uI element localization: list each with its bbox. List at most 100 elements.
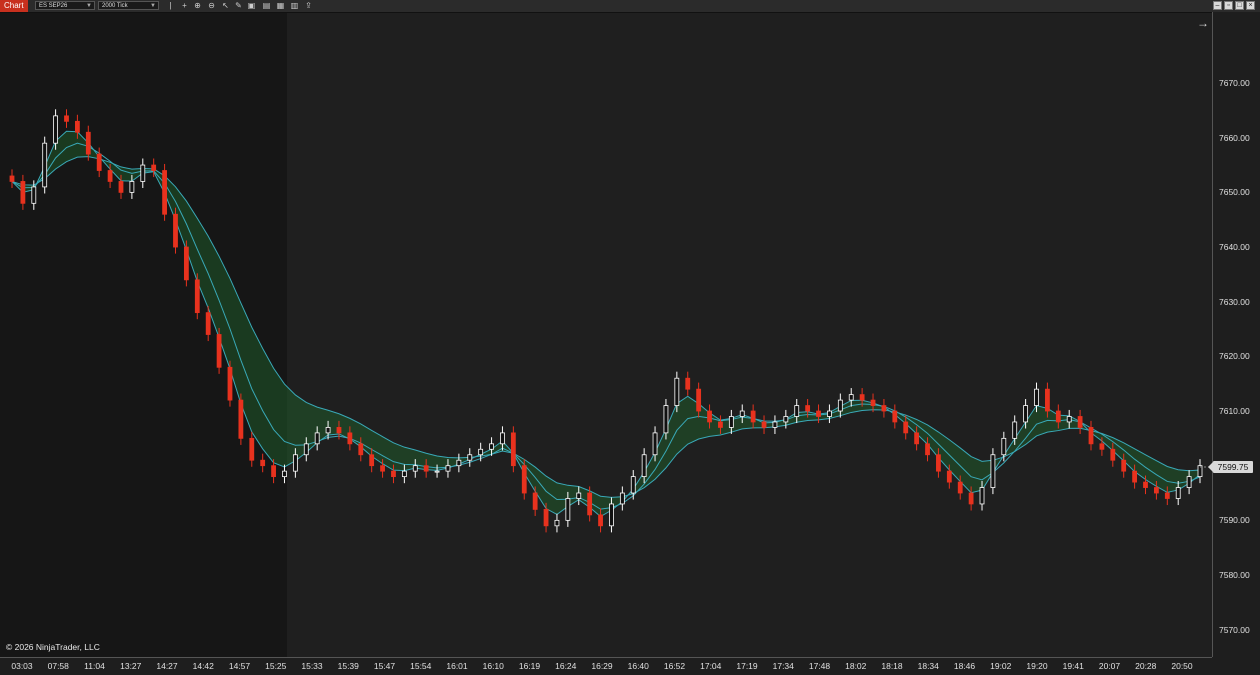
indicator-icon[interactable]: ▤ — [262, 1, 271, 10]
candle-body — [20, 181, 26, 204]
time-tick-label: 18:02 — [845, 661, 867, 671]
candle — [249, 431, 255, 467]
candle-body — [423, 465, 429, 472]
candle-body — [238, 399, 244, 439]
draw-icon[interactable]: ✎ — [234, 1, 243, 10]
candle-body — [227, 366, 233, 401]
candle — [9, 169, 15, 189]
candle-body — [434, 470, 440, 473]
ema-mid-line — [11, 142, 1201, 510]
candle-body — [1099, 443, 1105, 450]
price-axis[interactable]: 7670.00 7660.00 7650.00 7640.00 7630.00 7620.… — [1212, 12, 1260, 657]
candle-body — [380, 465, 385, 472]
time-tick-label: 17:34 — [772, 661, 794, 671]
time-tick-label: 20:28 — [1135, 661, 1157, 671]
candle — [881, 399, 887, 418]
interval-value: 2000 Tick — [102, 3, 128, 9]
minimize-icon[interactable]: ‒ — [1213, 1, 1222, 10]
candle-body — [1012, 421, 1018, 439]
maximize-icon[interactable]: □ — [1235, 1, 1244, 10]
candle — [1088, 420, 1094, 451]
candle — [685, 371, 691, 396]
candle — [20, 174, 26, 210]
pointer-icon[interactable]: ↖ — [221, 1, 230, 10]
candle-body — [1175, 487, 1181, 499]
time-tick-label: 03:03 — [11, 661, 33, 671]
candle-body — [739, 410, 745, 417]
interval-selector[interactable]: 2000 Tick ▼ — [98, 1, 159, 10]
candle — [1077, 409, 1083, 434]
candle-body — [271, 465, 276, 478]
candle-body — [336, 427, 342, 434]
chevron-down-icon: ▼ — [150, 3, 156, 9]
candle-body — [358, 443, 364, 456]
candle-body — [925, 443, 930, 456]
candle-body — [129, 181, 135, 193]
candle — [761, 415, 767, 434]
candle-body — [303, 443, 309, 456]
candle-body — [837, 399, 843, 412]
zoom-in-icon[interactable]: ⊕ — [193, 1, 202, 10]
candle-body — [881, 405, 887, 412]
candle-body — [467, 454, 473, 461]
price-tick-label: 7640.00 — [1219, 242, 1250, 253]
candle-body — [957, 481, 963, 494]
time-tick-label: 15:47 — [373, 661, 396, 671]
time-tick-label: 16:52 — [663, 661, 686, 671]
time-tick-label: 14:27 — [156, 661, 178, 671]
strategy-icon[interactable]: ▦ — [276, 1, 285, 10]
candle-body — [194, 279, 200, 314]
candle-body — [96, 153, 102, 171]
time-tick-label: 15:39 — [337, 661, 359, 671]
time-tick-label: 18:18 — [881, 661, 903, 671]
candle-body — [1045, 388, 1050, 412]
candle-body — [1034, 388, 1039, 406]
chevron-down-icon: ▼ — [86, 3, 92, 9]
time-tick-label: 18:46 — [953, 661, 976, 671]
time-axis[interactable]: 03:03 07:58 11:04 13:27 14:27 14:42 14:57 15:25… — [0, 657, 1212, 675]
share-icon[interactable]: ⇪ — [304, 1, 313, 10]
bars-icon[interactable]: | — [166, 1, 175, 10]
candle-body — [1143, 481, 1148, 488]
scroll-right-icon[interactable]: → — [1197, 16, 1209, 30]
zoom-out-icon[interactable]: ⊖ — [207, 1, 216, 10]
candle-body — [249, 437, 255, 461]
candle — [990, 448, 996, 495]
price-tick-label: 7580.00 — [1219, 570, 1250, 580]
candle-body — [532, 492, 538, 510]
candle-body — [946, 470, 952, 483]
properties-icon[interactable]: ▣ — [247, 1, 256, 10]
time-tick-label: 14:57 — [228, 661, 251, 671]
price-tick-label: 7620.00 — [1219, 351, 1250, 362]
time-tick-label: 15:33 — [301, 661, 323, 671]
candle-body — [391, 470, 396, 478]
candle-body — [816, 410, 821, 417]
time-tick-label: 19:02 — [990, 661, 1012, 671]
candle-body — [42, 142, 48, 188]
templates-icon[interactable]: ▥ — [290, 1, 299, 10]
candle-body — [772, 421, 778, 428]
candle — [554, 513, 560, 533]
crosshair-icon[interactable]: + — [180, 1, 189, 10]
time-tick-label: 19:20 — [1026, 661, 1048, 671]
price-chart[interactable] — [0, 12, 1212, 657]
candle-body — [728, 416, 734, 428]
instrument-selector[interactable]: ES SEP26 ▼ — [35, 1, 95, 10]
candle-body — [968, 492, 974, 505]
candle-body — [74, 120, 80, 133]
candle-body — [674, 377, 680, 406]
candle-body — [500, 432, 505, 445]
price-tick-label: 7570.00 — [1219, 624, 1250, 635]
candle-body — [183, 246, 189, 281]
chart-tab[interactable]: Chart — [0, 0, 28, 12]
candle-body — [118, 181, 124, 193]
candle-body — [1164, 492, 1170, 499]
candle — [630, 470, 636, 500]
candle-body — [641, 454, 647, 478]
candle-body — [151, 164, 157, 171]
restore-icon[interactable]: ▫ — [1224, 1, 1233, 10]
close-icon[interactable]: × — [1246, 1, 1255, 10]
time-tick-label: 16:10 — [482, 661, 504, 671]
candle-body — [31, 186, 37, 204]
candle-body — [107, 170, 113, 182]
